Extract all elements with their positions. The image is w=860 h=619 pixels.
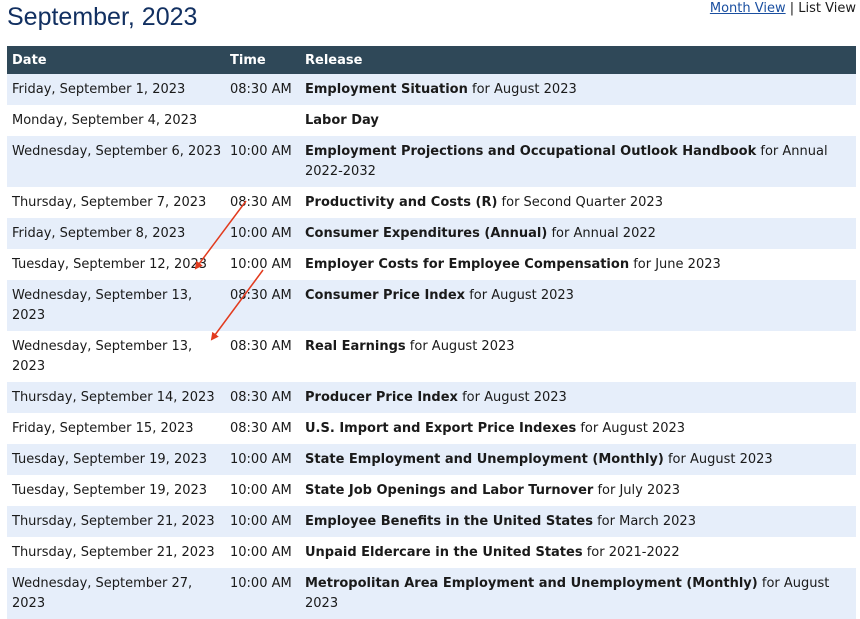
release-date: Tuesday, September 19, 2023 bbox=[7, 444, 225, 475]
release-date: Thursday, September 7, 2023 bbox=[7, 187, 225, 218]
release-cell: Productivity and Costs (R) for Second Qu… bbox=[300, 187, 856, 218]
list-view-label: List View bbox=[798, 1, 856, 16]
release-name[interactable]: U.S. Import and Export Price Indexes bbox=[305, 421, 576, 436]
release-date: Thursday, September 14, 2023 bbox=[7, 382, 225, 413]
release-period: for August 2023 bbox=[469, 288, 574, 303]
release-date: Wednesday, September 27, 2023 bbox=[7, 568, 225, 619]
release-name[interactable]: Real Earnings bbox=[305, 339, 406, 354]
release-time: 10:00 AM bbox=[225, 444, 300, 475]
table-row: Tuesday, September 19, 2023 10:00 AM State… bbox=[7, 444, 856, 475]
release-time: 08:30 AM bbox=[225, 331, 300, 382]
release-date: Friday, September 1, 2023 bbox=[7, 74, 225, 105]
table-row: Thursday, September 7, 2023 08:30 AM Produ… bbox=[7, 187, 856, 218]
release-cell: Labor Day bbox=[300, 105, 856, 136]
release-schedule-table: Date Time Release Friday, September 1, 2… bbox=[7, 46, 856, 619]
release-period: for June 2023 bbox=[633, 257, 721, 272]
release-cell: Consumer Price Index for August 2023 bbox=[300, 280, 856, 331]
release-cell: Real Earnings for August 2023 bbox=[300, 331, 856, 382]
release-date: Tuesday, September 12, 2023 bbox=[7, 249, 225, 280]
release-date: Tuesday, September 19, 2023 bbox=[7, 475, 225, 506]
release-name[interactable]: Consumer Price Index bbox=[305, 288, 465, 303]
release-time: 10:00 AM bbox=[225, 136, 300, 187]
release-date: Monday, September 4, 2023 bbox=[7, 105, 225, 136]
release-name[interactable]: Consumer Expenditures (Annual) bbox=[305, 226, 547, 241]
release-name[interactable]: Employment Projections and Occupational … bbox=[305, 144, 756, 159]
release-time bbox=[225, 105, 300, 136]
release-cell: Producer Price Index for August 2023 bbox=[300, 382, 856, 413]
release-period: for August 2023 bbox=[580, 421, 686, 436]
release-period: for July 2023 bbox=[597, 483, 681, 498]
release-time: 08:30 AM bbox=[225, 382, 300, 413]
release-cell: U.S. Import and Export Price Indexes for… bbox=[300, 413, 856, 444]
column-header-release[interactable]: Release bbox=[300, 46, 856, 74]
release-time: 10:00 AM bbox=[225, 475, 300, 506]
release-name[interactable]: Producer Price Index bbox=[305, 390, 458, 405]
release-period: for August 2023 bbox=[667, 452, 773, 467]
release-date: Wednesday, September 13, 2023 bbox=[7, 280, 225, 331]
table-row: Friday, September 1, 2023 08:30 AM Employm… bbox=[7, 74, 856, 105]
release-cell: Employer Costs for Employee Compensation… bbox=[300, 249, 856, 280]
release-time: 08:30 AM bbox=[225, 187, 300, 218]
release-name[interactable]: Metropolitan Area Employment and Unemplo… bbox=[305, 576, 758, 591]
column-header-date[interactable]: Date bbox=[7, 46, 225, 74]
release-period: for Annual 2022 bbox=[551, 226, 656, 241]
view-separator: | bbox=[789, 1, 795, 16]
release-time: 08:30 AM bbox=[225, 280, 300, 331]
table-row: Tuesday, September 19, 2023 10:00 AM State… bbox=[7, 475, 856, 506]
release-cell: Unpaid Eldercare in the United States fo… bbox=[300, 537, 856, 568]
release-name[interactable]: Productivity and Costs (R) bbox=[305, 195, 497, 210]
table-row: Thursday, September 21, 2023 10:00 AM Empl… bbox=[7, 506, 856, 537]
release-time: 10:00 AM bbox=[225, 506, 300, 537]
release-period: for August 2023 bbox=[409, 339, 515, 354]
release-name[interactable]: State Employment and Unemployment (Month… bbox=[305, 452, 664, 467]
release-cell: Metropolitan Area Employment and Unemplo… bbox=[300, 568, 856, 619]
release-period: for 2021-2022 bbox=[586, 545, 680, 560]
release-date: Wednesday, September 6, 2023 bbox=[7, 136, 225, 187]
release-cell: Employee Benefits in the United States f… bbox=[300, 506, 856, 537]
table-row: Wednesday, September 13, 2023 08:30 AM Rea… bbox=[7, 331, 856, 382]
month-view-link[interactable]: Month View bbox=[710, 1, 786, 16]
table-row: Monday, September 4, 2023 Labor Day bbox=[7, 105, 856, 136]
table-row: Wednesday, September 27, 2023 10:00 AM Met… bbox=[7, 568, 856, 619]
release-cell: Employment Situation for August 2023 bbox=[300, 74, 856, 105]
table-row: Friday, September 8, 2023 10:00 AM Consume… bbox=[7, 218, 856, 249]
release-name[interactable]: Labor Day bbox=[305, 113, 379, 128]
view-switch: Month View | List View bbox=[710, 1, 856, 16]
table-row: Tuesday, September 12, 2023 10:00 AM Emplo… bbox=[7, 249, 856, 280]
release-cell: Consumer Expenditures (Annual) for Annua… bbox=[300, 218, 856, 249]
release-period: for August 2023 bbox=[462, 390, 567, 405]
release-cell: State Job Openings and Labor Turnover fo… bbox=[300, 475, 856, 506]
release-cell: Employment Projections and Occupational … bbox=[300, 136, 856, 187]
release-date: Friday, September 15, 2023 bbox=[7, 413, 225, 444]
release-time: 08:30 AM bbox=[225, 74, 300, 105]
release-time: 10:00 AM bbox=[225, 537, 300, 568]
table-row: Wednesday, September 13, 2023 08:30 AM Con… bbox=[7, 280, 856, 331]
table-header-row: Date Time Release bbox=[7, 46, 856, 74]
table-row: Wednesday, September 6, 2023 10:00 AM Empl… bbox=[7, 136, 856, 187]
column-header-time[interactable]: Time bbox=[225, 46, 300, 74]
table-row: Thursday, September 14, 2023 08:30 AM Prod… bbox=[7, 382, 856, 413]
release-name[interactable]: Employment Situation bbox=[305, 82, 468, 97]
release-time: 10:00 AM bbox=[225, 218, 300, 249]
release-date: Thursday, September 21, 2023 bbox=[7, 537, 225, 568]
release-period: for August 2023 bbox=[472, 82, 577, 97]
release-time: 10:00 AM bbox=[225, 568, 300, 619]
release-name[interactable]: Employer Costs for Employee Compensation bbox=[305, 257, 629, 272]
release-time: 10:00 AM bbox=[225, 249, 300, 280]
release-date: Friday, September 8, 2023 bbox=[7, 218, 225, 249]
table-row: Friday, September 15, 2023 08:30 AM U.S. I… bbox=[7, 413, 856, 444]
release-period: for March 2023 bbox=[597, 514, 696, 529]
release-date: Thursday, September 21, 2023 bbox=[7, 506, 225, 537]
release-period: for Second Quarter 2023 bbox=[501, 195, 663, 210]
release-time: 08:30 AM bbox=[225, 413, 300, 444]
release-date: Wednesday, September 13, 2023 bbox=[7, 331, 225, 382]
release-name[interactable]: Unpaid Eldercare in the United States bbox=[305, 545, 583, 560]
table-row: Thursday, September 21, 2023 10:00 AM Unpa… bbox=[7, 537, 856, 568]
release-name[interactable]: Employee Benefits in the United States bbox=[305, 514, 593, 529]
page-title: September, 2023 bbox=[7, 3, 198, 31]
release-cell: State Employment and Unemployment (Month… bbox=[300, 444, 856, 475]
release-name[interactable]: State Job Openings and Labor Turnover bbox=[305, 483, 593, 498]
